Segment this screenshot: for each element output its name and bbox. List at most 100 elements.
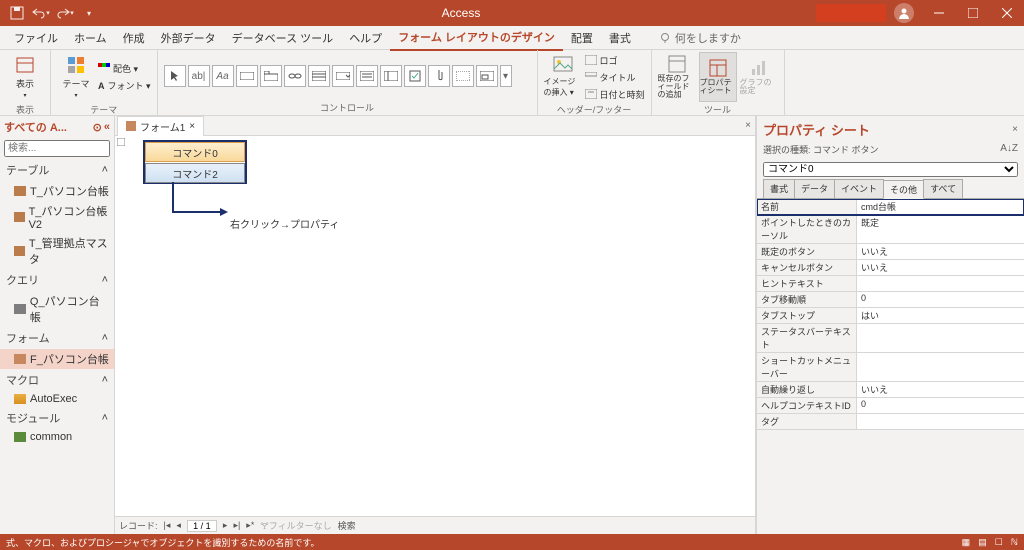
ps-value[interactable]: いいえ — [857, 244, 1024, 259]
link-icon[interactable] — [284, 65, 306, 87]
rec-search[interactable]: 検索 — [338, 519, 356, 532]
add-fields-button[interactable]: 既存のフィールドの追加 — [658, 52, 696, 102]
title-button[interactable]: タイトル — [585, 69, 645, 85]
ps-row[interactable]: ショートカットメニューバー — [757, 353, 1024, 382]
document-tab[interactable]: フォーム1× — [117, 116, 204, 136]
nav-section-macros[interactable]: マクロ˄ — [0, 369, 114, 391]
tab-home[interactable]: ホーム — [66, 26, 115, 50]
rec-new-icon[interactable]: ▸* — [246, 520, 254, 531]
nav-header[interactable]: すべての A...⊙« — [0, 116, 114, 138]
redo-icon[interactable]: ▾ — [54, 2, 76, 24]
ps-tab-data[interactable]: データ — [794, 179, 835, 198]
rec-position[interactable] — [187, 520, 217, 532]
tab-form-design[interactable]: フォーム レイアウトのデザイン — [390, 25, 563, 51]
datetime-button[interactable]: 日付と時刻 — [585, 86, 645, 102]
nav-item-table[interactable]: T_パソコン台帳V2 — [0, 201, 114, 233]
property-sheet-button[interactable]: プロパティシート — [699, 52, 737, 102]
nav-item-module[interactable]: common — [0, 429, 114, 445]
ps-row[interactable]: キャンセルボタンいいえ — [757, 260, 1024, 276]
ps-row[interactable]: 既定のボタンいいえ — [757, 244, 1024, 260]
view-design-icon[interactable]: ☐ — [995, 537, 1003, 548]
ps-value[interactable] — [857, 324, 1024, 352]
ps-object-select[interactable]: コマンド0 — [763, 162, 1018, 177]
save-icon[interactable] — [6, 2, 28, 24]
ps-tab-format[interactable]: 書式 — [763, 179, 795, 198]
close-icon[interactable] — [990, 0, 1024, 26]
minimize-icon[interactable] — [922, 0, 956, 26]
filter-indicator[interactable]: 🝖フィルターなし — [260, 517, 331, 535]
tab-format[interactable]: 書式 — [601, 26, 639, 50]
nav-item-macro[interactable]: AutoExec — [0, 391, 114, 407]
ps-row[interactable]: タグ — [757, 414, 1024, 430]
chart-settings-button[interactable]: グラフの設定 — [740, 52, 778, 102]
ps-value[interactable] — [857, 276, 1024, 291]
view-layout-icon[interactable]: ▦ — [962, 537, 971, 548]
checkbox-icon[interactable] — [404, 65, 426, 87]
ps-tab-other[interactable]: その他 — [883, 180, 924, 199]
rec-prev-icon[interactable]: ◂ — [176, 520, 181, 531]
listbox-icon[interactable] — [356, 65, 378, 87]
rec-next-icon[interactable]: ▸ — [223, 520, 228, 531]
nav-section-queries[interactable]: クエリ˄ — [0, 269, 114, 291]
nav-item-query[interactable]: Q_パソコン台帳 — [0, 291, 114, 327]
tab-control-icon[interactable] — [260, 65, 282, 87]
ps-tab-all[interactable]: すべて — [923, 179, 963, 198]
nav-item-table[interactable]: T_管理拠点マスタ — [0, 233, 114, 269]
tab-help[interactable]: ヘルプ — [341, 26, 390, 50]
view-form-icon[interactable]: ▤ — [978, 537, 987, 548]
selector-icon[interactable] — [117, 138, 125, 146]
ps-value[interactable]: 0 — [857, 292, 1024, 307]
pointer-icon[interactable] — [164, 65, 186, 87]
view-sql-icon[interactable]: ℕ — [1011, 537, 1018, 548]
form-canvas[interactable]: コマンド0 コマンド2 右クリック→プロパティ — [115, 136, 755, 516]
ps-value[interactable]: 0 — [857, 398, 1024, 413]
fonts-button[interactable]: Aフォント ▾ — [98, 78, 151, 94]
ps-row[interactable]: 自動繰り返しいいえ — [757, 382, 1024, 398]
ps-row[interactable]: ステータスバーテキスト — [757, 324, 1024, 353]
controls-gallery[interactable]: ab| Aa ▾ — [164, 65, 512, 87]
subform-icon[interactable] — [476, 65, 498, 87]
tab-external[interactable]: 外部データ — [153, 26, 224, 50]
datetime-icon[interactable] — [380, 65, 402, 87]
qat-more-icon[interactable]: ▾ — [78, 2, 100, 24]
tab-close-icon[interactable]: × — [189, 121, 195, 132]
attachment-icon[interactable] — [428, 65, 450, 87]
ps-row[interactable]: ポイントしたときのカーソル既定 — [757, 215, 1024, 244]
ps-close-icon[interactable]: × — [1012, 124, 1018, 135]
view-button[interactable]: 表示▾ — [6, 52, 44, 102]
tab-file[interactable]: ファイル — [6, 26, 66, 50]
command-button-0[interactable]: コマンド0 — [145, 142, 245, 162]
combobox-icon[interactable] — [332, 65, 354, 87]
ps-value[interactable]: はい — [857, 308, 1024, 323]
colors-button[interactable]: 配色 ▾ — [98, 61, 151, 77]
tell-me[interactable]: 何をしますか — [659, 30, 741, 46]
optiongroup-icon[interactable] — [452, 65, 474, 87]
insert-image-button[interactable]: イメージの挿入 ▾ — [544, 52, 582, 102]
ps-value[interactable]: 既定 — [857, 215, 1024, 243]
gallery-more-icon[interactable]: ▾ — [500, 65, 512, 87]
nav-item-form[interactable]: F_パソコン台帳 — [0, 349, 114, 369]
nav-shutter-icon[interactable]: « — [104, 121, 110, 134]
ps-value[interactable] — [857, 414, 1024, 429]
ps-row[interactable]: ヘルプコンテキストID0 — [757, 398, 1024, 414]
themes-button[interactable]: テーマ▾ — [57, 52, 95, 102]
nav-item-table[interactable]: T_パソコン台帳 — [0, 181, 114, 201]
account-box[interactable] — [816, 4, 886, 22]
label-icon[interactable]: Aa — [212, 65, 234, 87]
tab-arrange[interactable]: 配置 — [563, 26, 601, 50]
nav-collapse-icon[interactable]: ⊙ — [93, 121, 102, 134]
rec-first-icon[interactable]: |◂ — [164, 520, 171, 531]
ps-value[interactable]: cmd台帳 — [857, 199, 1024, 214]
maximize-icon[interactable] — [956, 0, 990, 26]
nav-section-forms[interactable]: フォーム˄ — [0, 327, 114, 349]
nav-section-tables[interactable]: テーブル˄ — [0, 159, 114, 181]
sort-icon[interactable]: A↓Z — [1000, 143, 1018, 154]
ps-value[interactable]: いいえ — [857, 260, 1024, 275]
button-icon[interactable] — [236, 65, 258, 87]
nav-section-modules[interactable]: モジュール˄ — [0, 407, 114, 429]
ps-value[interactable] — [857, 353, 1024, 381]
ps-row[interactable]: 名前cmd台帳 — [757, 199, 1024, 215]
navigation-icon[interactable] — [308, 65, 330, 87]
nav-search-input[interactable] — [4, 140, 110, 157]
avatar[interactable] — [894, 3, 914, 23]
